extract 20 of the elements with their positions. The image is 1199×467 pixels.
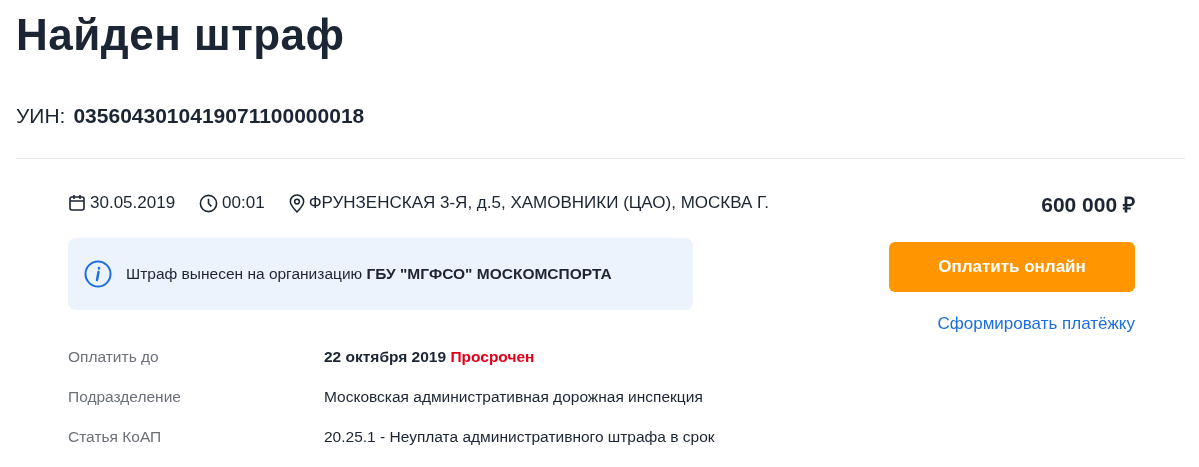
location-pin-icon xyxy=(288,193,305,213)
info-icon xyxy=(84,260,112,288)
detail-label: Подразделение xyxy=(68,387,182,407)
detail-value: 20.25.1 - Неуплата административного штрафа в срок xyxy=(324,428,715,445)
detail-value: 22 октября 2019 xyxy=(324,348,447,365)
fine-amount: 600 000 ₽ xyxy=(1041,193,1135,217)
detail-label: Статья КоАП xyxy=(68,427,163,447)
detail-label: Оплатить до xyxy=(68,347,160,367)
page-title: Найден штраф xyxy=(16,9,346,61)
uin-value: 0356043010419071100000018 xyxy=(73,103,365,129)
detail-value: Московская административная дорожная инспекция xyxy=(324,388,703,405)
overdue-status: Просрочен xyxy=(450,348,535,365)
calendar-icon xyxy=(68,194,86,212)
fine-date: 30.05.2019 xyxy=(90,193,176,213)
uin-label: УИН: xyxy=(16,103,66,129)
fine-address: ФРУНЗЕНСКАЯ 3-Я, д.5, ХАМОВНИКИ (ЦАО), МОСКВА Г. xyxy=(308,193,769,213)
clock-icon xyxy=(199,193,219,213)
fine-time: 00:01 xyxy=(222,193,265,213)
payment-slip-link[interactable]: Сформировать платёжку xyxy=(937,314,1135,334)
notice-text: Штраф вынесен на организацию ГБУ "МГФСО" МОСКОМСПОРТА xyxy=(126,265,612,283)
